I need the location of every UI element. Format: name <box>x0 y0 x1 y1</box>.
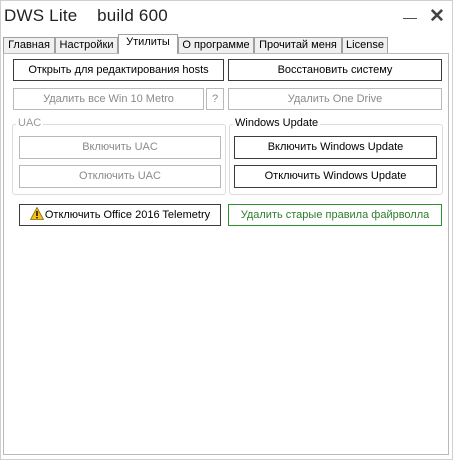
tab-settings[interactable]: Настройки <box>55 37 118 53</box>
uac-group-label: UAC <box>16 117 44 130</box>
warning-icon <box>29 207 44 220</box>
restore-system-button[interactable]: Восстановить систему <box>228 59 442 81</box>
tab-about[interactable]: О программе <box>178 37 254 53</box>
remove-firewall-rules-button[interactable]: Удалить старые правила файрволла <box>228 204 442 226</box>
tab-license[interactable]: License <box>342 37 388 53</box>
window-title: DWS Lite build 600 <box>4 6 168 25</box>
minimize-icon: — <box>403 9 417 25</box>
disable-uac-button[interactable]: Отключить UAC <box>19 165 221 188</box>
tab-main[interactable]: Главная <box>3 37 55 53</box>
close-icon: ✕ <box>429 6 445 27</box>
tab-strip: Главная Настройки Утилиты О программе Пр… <box>1 34 452 54</box>
metro-help-button[interactable]: ? <box>206 88 224 110</box>
close-button[interactable]: ✕ <box>425 5 449 27</box>
minimize-button[interactable]: — <box>399 5 421 27</box>
enable-uac-button[interactable]: Включить UAC <box>19 136 221 159</box>
windows-update-group-label: Windows Update <box>233 117 321 130</box>
tab-readme[interactable]: Прочитай меня <box>254 37 342 53</box>
office-telemetry-label: Отключить Office 2016 Telemetry <box>44 209 211 221</box>
utilities-panel: Открыть для редактирования hosts Восстан… <box>3 53 449 455</box>
remove-metro-button[interactable]: Удалить все Win 10 Metro <box>13 88 204 110</box>
app-window: DWS Lite build 600 — ✕ Главная Настройки… <box>0 0 453 460</box>
open-hosts-button[interactable]: Открыть для редактирования hosts <box>13 59 224 81</box>
remove-onedrive-button[interactable]: Удалить One Drive <box>228 88 442 110</box>
enable-windows-update-button[interactable]: Включить Windows Update <box>234 136 437 159</box>
disable-windows-update-button[interactable]: Отключить Windows Update <box>234 165 437 188</box>
title-bar[interactable]: DWS Lite build 600 — ✕ <box>1 1 452 33</box>
tab-utilities[interactable]: Утилиты <box>118 34 178 54</box>
office-telemetry-button[interactable]: Отключить Office 2016 Telemetry <box>19 204 221 226</box>
